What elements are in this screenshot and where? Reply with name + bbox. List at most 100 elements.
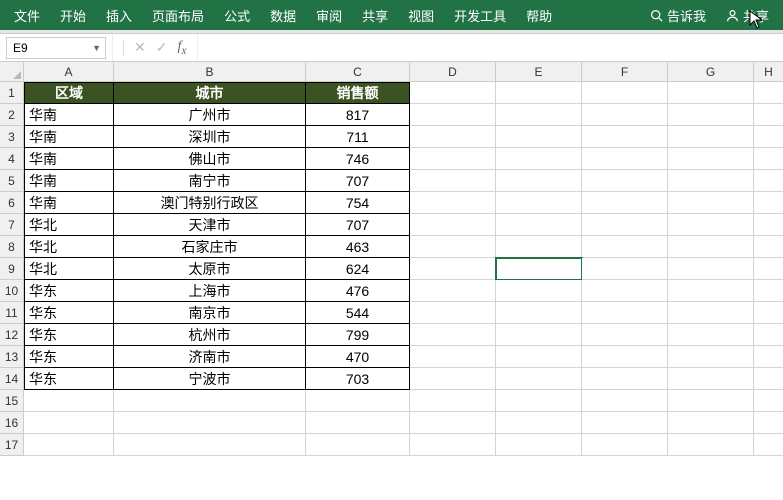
cell-C10[interactable]: 476 [306, 280, 410, 302]
cell-E9[interactable] [496, 258, 582, 280]
cell-B7[interactable]: 天津市 [114, 214, 306, 236]
cell-G14[interactable] [668, 368, 754, 390]
ribbon-tab-0[interactable]: 文件 [4, 0, 50, 30]
cell-A4[interactable]: 华南 [24, 148, 114, 170]
cell-C3[interactable]: 711 [306, 126, 410, 148]
ribbon-tab-8[interactable]: 视图 [398, 0, 444, 30]
cell-D1[interactable] [410, 82, 496, 104]
cell-G9[interactable] [668, 258, 754, 280]
cell-G4[interactable] [668, 148, 754, 170]
cell-E10[interactable] [496, 280, 582, 302]
cell-C6[interactable]: 754 [306, 192, 410, 214]
cell-C4[interactable]: 746 [306, 148, 410, 170]
cell-F1[interactable] [582, 82, 668, 104]
cell-G5[interactable] [668, 170, 754, 192]
cell-B13[interactable]: 济南市 [114, 346, 306, 368]
cell-A8[interactable]: 华北 [24, 236, 114, 258]
cell-B17[interactable] [114, 434, 306, 456]
row-header-2[interactable]: 2 [0, 104, 24, 126]
col-header-B[interactable]: B [114, 62, 306, 82]
row-header-3[interactable]: 3 [0, 126, 24, 148]
cell-B16[interactable] [114, 412, 306, 434]
cell-E5[interactable] [496, 170, 582, 192]
row-header-8[interactable]: 8 [0, 236, 24, 258]
ribbon-tab-10[interactable]: 帮助 [516, 0, 562, 30]
cell-B5[interactable]: 南宁市 [114, 170, 306, 192]
cell-G16[interactable] [668, 412, 754, 434]
cell-C14[interactable]: 703 [306, 368, 410, 390]
cell-G8[interactable] [668, 236, 754, 258]
col-header-H[interactable]: H [754, 62, 783, 82]
cell-H3[interactable] [754, 126, 783, 148]
cell-C9[interactable]: 624 [306, 258, 410, 280]
cell-E3[interactable] [496, 126, 582, 148]
cell-B10[interactable]: 上海市 [114, 280, 306, 302]
cell-F10[interactable] [582, 280, 668, 302]
cell-E14[interactable] [496, 368, 582, 390]
cell-G11[interactable] [668, 302, 754, 324]
cell-B15[interactable] [114, 390, 306, 412]
cell-H1[interactable] [754, 82, 783, 104]
formula-input[interactable] [198, 34, 783, 61]
ribbon-tab-5[interactable]: 数据 [260, 0, 306, 30]
cell-H8[interactable] [754, 236, 783, 258]
col-header-D[interactable]: D [410, 62, 496, 82]
cell-D4[interactable] [410, 148, 496, 170]
row-header-1[interactable]: 1 [0, 82, 24, 104]
cell-E11[interactable] [496, 302, 582, 324]
cell-E15[interactable] [496, 390, 582, 412]
cell-F5[interactable] [582, 170, 668, 192]
cell-C2[interactable]: 817 [306, 104, 410, 126]
cell-A6[interactable]: 华南 [24, 192, 114, 214]
cell-B3[interactable]: 深圳市 [114, 126, 306, 148]
cell-H12[interactable] [754, 324, 783, 346]
row-header-5[interactable]: 5 [0, 170, 24, 192]
cell-D8[interactable] [410, 236, 496, 258]
cell-E1[interactable] [496, 82, 582, 104]
row-header-16[interactable]: 16 [0, 412, 24, 434]
cell-G3[interactable] [668, 126, 754, 148]
cell-B12[interactable]: 杭州市 [114, 324, 306, 346]
cell-C11[interactable]: 544 [306, 302, 410, 324]
cell-E4[interactable] [496, 148, 582, 170]
cell-F13[interactable] [582, 346, 668, 368]
cell-C1[interactable]: 销售额 [306, 82, 410, 104]
ribbon-tab-1[interactable]: 开始 [50, 0, 96, 30]
cell-C5[interactable]: 707 [306, 170, 410, 192]
cell-G12[interactable] [668, 324, 754, 346]
select-all-button[interactable] [0, 62, 24, 82]
row-header-11[interactable]: 11 [0, 302, 24, 324]
cell-D17[interactable] [410, 434, 496, 456]
cell-H17[interactable] [754, 434, 783, 456]
cell-F16[interactable] [582, 412, 668, 434]
cell-E13[interactable] [496, 346, 582, 368]
share-button[interactable]: 共享 [716, 0, 779, 30]
cell-E8[interactable] [496, 236, 582, 258]
cell-D11[interactable] [410, 302, 496, 324]
cell-A1[interactable]: 区域 [24, 82, 114, 104]
cell-C7[interactable]: 707 [306, 214, 410, 236]
cell-D7[interactable] [410, 214, 496, 236]
cell-G17[interactable] [668, 434, 754, 456]
cell-D5[interactable] [410, 170, 496, 192]
cell-E2[interactable] [496, 104, 582, 126]
cell-B2[interactable]: 广州市 [114, 104, 306, 126]
cell-F8[interactable] [582, 236, 668, 258]
row-header-17[interactable]: 17 [0, 434, 24, 456]
cell-F9[interactable] [582, 258, 668, 280]
cell-G7[interactable] [668, 214, 754, 236]
cell-D6[interactable] [410, 192, 496, 214]
cell-H4[interactable] [754, 148, 783, 170]
cell-A7[interactable]: 华北 [24, 214, 114, 236]
cell-F17[interactable] [582, 434, 668, 456]
cell-G13[interactable] [668, 346, 754, 368]
cell-A3[interactable]: 华南 [24, 126, 114, 148]
cell-D14[interactable] [410, 368, 496, 390]
cell-F14[interactable] [582, 368, 668, 390]
cell-D15[interactable] [410, 390, 496, 412]
col-header-A[interactable]: A [24, 62, 114, 82]
cell-C15[interactable] [306, 390, 410, 412]
cell-H2[interactable] [754, 104, 783, 126]
cell-E12[interactable] [496, 324, 582, 346]
cell-F2[interactable] [582, 104, 668, 126]
